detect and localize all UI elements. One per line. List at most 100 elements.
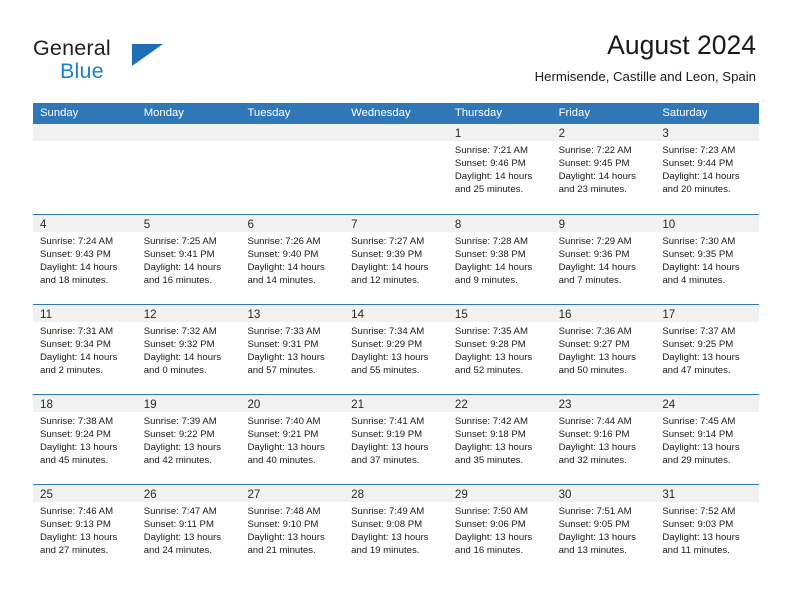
- day-info-line: Daylight: 13 hours: [662, 532, 740, 544]
- day-info-line: and 32 minutes.: [558, 455, 627, 467]
- calendar-day-cell[interactable]: 19 Sunrise: 7:39 AM Sunset: 9:22 PM Dayligh…: [136, 395, 241, 484]
- calendar-day-cell[interactable]: 9 Sunrise: 7:29 AM Sunset: 9:36 PM Daylight…: [551, 215, 656, 304]
- calendar-page: General Blue August 2024 Hermisende, Cas…: [0, 0, 792, 612]
- day-info-line: and 16 minutes.: [454, 545, 524, 557]
- day-info-line: Sunrise: 7:47 AM: [143, 506, 217, 517]
- day-number: 21: [351, 398, 365, 411]
- calendar-day-cell[interactable]: 5 Sunrise: 7:25 AM Sunset: 9:41 PM Daylight…: [136, 215, 241, 304]
- day-number-band: 31: [655, 485, 760, 502]
- calendar-day-cell[interactable]: 22 Sunrise: 7:42 AM Sunset: 9:18 PM Dayligh…: [447, 395, 552, 484]
- calendar-day-cell[interactable]: 18 Sunrise: 7:38 AM Sunset: 9:24 PM Dayligh…: [33, 395, 137, 484]
- page-title: August 2024: [607, 30, 756, 60]
- day-number-band: 14: [344, 305, 448, 322]
- day-number-band: 12: [136, 305, 241, 322]
- day-info-line: Sunset: 9:21 PM: [247, 429, 319, 441]
- calendar-day-cell[interactable]: 28 Sunrise: 7:49 AM Sunset: 9:08 PM Dayligh…: [344, 485, 448, 574]
- day-number-band: 25: [33, 485, 137, 502]
- day-info-line: Sunset: 9:03 PM: [662, 519, 734, 531]
- calendar-day-cell[interactable]: 13 Sunrise: 7:33 AM Sunset: 9:31 PM Dayligh…: [240, 305, 345, 394]
- calendar-day-cell[interactable]: 27 Sunrise: 7:48 AM Sunset: 9:10 PM Dayligh…: [240, 485, 345, 574]
- weekday-header-friday: Friday: [558, 107, 590, 119]
- day-info-line: and 45 minutes.: [40, 455, 109, 467]
- calendar-day-cell[interactable]: 11 Sunrise: 7:31 AM Sunset: 9:34 PM Dayligh…: [33, 305, 137, 394]
- day-info-line: Daylight: 13 hours: [351, 532, 429, 544]
- calendar-day-cell[interactable]: 1 Sunrise: 7:21 AM Sunset: 9:46 PM Daylight…: [447, 124, 552, 214]
- day-sun-info: [137, 141, 241, 144]
- calendar-day-cell[interactable]: 20 Sunrise: 7:40 AM Sunset: 9:21 PM Dayligh…: [240, 395, 345, 484]
- day-info-line: Daylight: 13 hours: [247, 532, 325, 544]
- day-sun-info: Sunrise: 7:52 AM Sunset: 9:03 PM Daylight:…: [655, 502, 759, 557]
- day-info-line: Daylight: 14 hours: [662, 262, 740, 274]
- calendar-day-cell[interactable]: 14 Sunrise: 7:34 AM Sunset: 9:29 PM Dayligh…: [344, 305, 448, 394]
- day-sun-info: Sunrise: 7:22 AM Sunset: 9:45 PM Daylight:…: [552, 141, 656, 196]
- weekday-header-sunday: Sunday: [40, 107, 79, 119]
- day-info-line: Sunset: 9:08 PM: [351, 519, 423, 531]
- day-info-line: and 14 minutes.: [247, 275, 316, 287]
- calendar-day-cell[interactable]: 10 Sunrise: 7:30 AM Sunset: 9:35 PM Dayligh…: [655, 215, 760, 304]
- calendar-day-cell[interactable]: 30 Sunrise: 7:51 AM Sunset: 9:05 PM Dayligh…: [551, 485, 656, 574]
- day-sun-info: Sunrise: 7:27 AM Sunset: 9:39 PM Daylight:…: [344, 232, 448, 287]
- brand-logo[interactable]: General Blue: [33, 36, 263, 86]
- calendar-day-cell[interactable]: 29 Sunrise: 7:50 AM Sunset: 9:06 PM Dayligh…: [447, 485, 552, 574]
- day-info-line: Sunset: 9:35 PM: [662, 249, 734, 261]
- calendar-day-cell[interactable]: 2 Sunrise: 7:22 AM Sunset: 9:45 PM Daylight…: [551, 124, 656, 214]
- calendar-day-cell[interactable]: 24 Sunrise: 7:45 AM Sunset: 9:14 PM Dayligh…: [655, 395, 760, 484]
- calendar-day-cell[interactable]: 23 Sunrise: 7:44 AM Sunset: 9:16 PM Dayligh…: [551, 395, 656, 484]
- day-number: 30: [558, 488, 572, 501]
- calendar-day-cell[interactable]: 8 Sunrise: 7:28 AM Sunset: 9:38 PM Daylight…: [447, 215, 552, 304]
- day-number-band: 28: [344, 485, 448, 502]
- day-number: 4: [40, 218, 47, 231]
- day-number: 13: [247, 308, 261, 321]
- day-info-line: Sunrise: 7:49 AM: [351, 506, 425, 517]
- day-info-line: Daylight: 14 hours: [351, 262, 429, 274]
- day-number: 5: [143, 218, 151, 231]
- day-info-line: Daylight: 13 hours: [454, 352, 533, 364]
- day-sun-info: Sunrise: 7:46 AM Sunset: 9:13 PM Daylight:…: [33, 502, 137, 557]
- day-info-line: Sunset: 9:22 PM: [143, 429, 215, 441]
- day-sun-info: Sunrise: 7:33 AM Sunset: 9:31 PM Daylight:…: [240, 322, 344, 377]
- day-info-line: Sunrise: 7:31 AM: [40, 326, 114, 337]
- day-info-line: Sunset: 9:36 PM: [558, 249, 630, 261]
- day-info-line: Daylight: 14 hours: [40, 352, 118, 364]
- day-info-line: Sunrise: 7:41 AM: [351, 416, 425, 427]
- day-number-band: 11: [33, 305, 137, 322]
- calendar-day-cell[interactable]: 16 Sunrise: 7:36 AM Sunset: 9:27 PM Dayligh…: [551, 305, 656, 394]
- day-info-line: Sunset: 9:44 PM: [662, 158, 734, 170]
- day-number: 3: [662, 127, 669, 140]
- weekday-header-row: Sunday Monday Tuesday Wednesday Thursday Frid…: [33, 103, 759, 124]
- day-sun-info: Sunrise: 7:21 AM Sunset: 9:46 PM Daylight:…: [448, 141, 552, 196]
- day-info-line: Sunrise: 7:35 AM: [454, 326, 528, 337]
- day-number: 1: [454, 127, 462, 140]
- calendar-day-cell[interactable]: 3 Sunrise: 7:23 AM Sunset: 9:44 PM Daylight…: [655, 124, 760, 214]
- day-info-line: Daylight: 14 hours: [247, 262, 325, 274]
- calendar-day-cell[interactable]: 26 Sunrise: 7:47 AM Sunset: 9:11 PM Dayligh…: [136, 485, 241, 574]
- calendar-day-cell[interactable]: 31 Sunrise: 7:52 AM Sunset: 9:03 PM Dayligh…: [655, 485, 760, 574]
- day-number: 27: [247, 488, 261, 501]
- day-sun-info: Sunrise: 7:31 AM Sunset: 9:34 PM Daylight:…: [33, 322, 137, 377]
- calendar-day-cell[interactable]: 15 Sunrise: 7:35 AM Sunset: 9:28 PM Dayligh…: [447, 305, 552, 394]
- day-info-line: Sunrise: 7:46 AM: [40, 506, 114, 517]
- day-info-line: Sunset: 9:05 PM: [558, 519, 630, 531]
- day-info-line: Sunset: 9:32 PM: [143, 339, 215, 351]
- day-info-line: Sunrise: 7:24 AM: [40, 236, 114, 247]
- day-info-line: and 4 minutes.: [662, 275, 726, 287]
- calendar-day-cell[interactable]: 21 Sunrise: 7:41 AM Sunset: 9:19 PM Dayligh…: [344, 395, 448, 484]
- day-info-line: Sunrise: 7:25 AM: [143, 236, 217, 247]
- calendar-day-cell[interactable]: 25 Sunrise: 7:46 AM Sunset: 9:13 PM Dayligh…: [33, 485, 137, 574]
- day-info-line: Sunrise: 7:37 AM: [662, 326, 736, 337]
- page-header: General Blue August 2024 Hermisende, Cas…: [0, 0, 792, 100]
- day-info-line: Daylight: 14 hours: [143, 352, 222, 364]
- day-info-line: Sunset: 9:16 PM: [558, 429, 630, 441]
- calendar-day-cell[interactable]: 7 Sunrise: 7:27 AM Sunset: 9:39 PM Daylight…: [344, 215, 448, 304]
- day-info-line: Daylight: 13 hours: [247, 352, 325, 364]
- calendar-day-cell[interactable]: 17 Sunrise: 7:37 AM Sunset: 9:25 PM Dayligh…: [655, 305, 760, 394]
- calendar-day-cell-empty: [33, 124, 137, 214]
- day-sun-info: Sunrise: 7:38 AM Sunset: 9:24 PM Daylight:…: [33, 412, 137, 467]
- day-number-band: 4: [33, 215, 137, 232]
- day-info-line: Sunrise: 7:22 AM: [558, 145, 632, 156]
- calendar-day-cell[interactable]: 12 Sunrise: 7:32 AM Sunset: 9:32 PM Dayligh…: [136, 305, 241, 394]
- day-sun-info: Sunrise: 7:39 AM Sunset: 9:22 PM Daylight:…: [137, 412, 241, 467]
- calendar-day-cell[interactable]: 4 Sunrise: 7:24 AM Sunset: 9:43 PM Daylight…: [33, 215, 137, 304]
- day-info-line: Sunset: 9:39 PM: [351, 249, 423, 261]
- calendar-day-cell[interactable]: 6 Sunrise: 7:26 AM Sunset: 9:40 PM Daylight…: [240, 215, 345, 304]
